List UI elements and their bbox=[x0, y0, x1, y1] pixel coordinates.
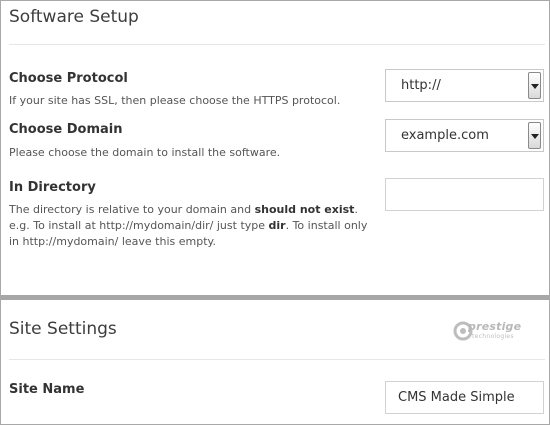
domain-dropdown-button[interactable] bbox=[528, 122, 541, 149]
logo-sub-text: technologies bbox=[472, 333, 514, 340]
protocol-dropdown-button[interactable] bbox=[528, 72, 541, 99]
logo-brand-text: prestige bbox=[468, 320, 522, 333]
title-separator bbox=[9, 359, 545, 360]
domain-selected-value: example.com bbox=[401, 128, 489, 143]
title-separator bbox=[9, 44, 545, 45]
installer-panel: Software Setup Choose Protocol If your s… bbox=[0, 0, 550, 425]
site-name-input-value: CMS Made Simple bbox=[398, 390, 515, 405]
domain-select[interactable]: example.com bbox=[385, 119, 544, 152]
choose-protocol-label: Choose Protocol bbox=[9, 71, 128, 86]
site-settings-heading: Site Settings bbox=[9, 319, 117, 339]
software-setup-heading: Software Setup bbox=[9, 7, 139, 27]
choose-domain-help: Please choose the domain to install the … bbox=[9, 146, 281, 159]
prestige-logo: prestige technologies bbox=[453, 319, 531, 345]
chevron-down-icon bbox=[531, 134, 539, 139]
protocol-selected-value: http:// bbox=[401, 78, 441, 93]
in-directory-help: The directory is relative to your domain… bbox=[9, 203, 368, 248]
site-name-label: Site Name bbox=[9, 382, 85, 397]
section-divider bbox=[1, 295, 549, 300]
choose-domain-label: Choose Domain bbox=[9, 122, 123, 137]
chevron-down-icon bbox=[531, 84, 539, 89]
choose-protocol-help: If your site has SSL, then please choose… bbox=[9, 94, 341, 107]
protocol-select[interactable]: http:// bbox=[385, 69, 544, 102]
in-directory-label: In Directory bbox=[9, 180, 96, 195]
site-name-input[interactable]: CMS Made Simple bbox=[385, 381, 544, 414]
directory-input[interactable] bbox=[385, 178, 544, 211]
